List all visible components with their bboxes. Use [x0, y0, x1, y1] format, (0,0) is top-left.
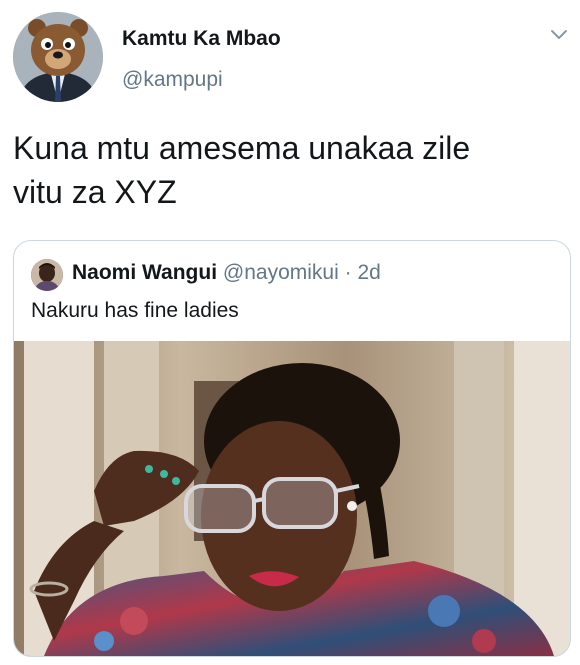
quoted-author-avatar	[31, 259, 63, 291]
quoted-timestamp: 2d	[357, 261, 381, 284]
quoted-header: Naomi Wangui @nayomikui · 2d	[72, 261, 381, 285]
separator-dot: ·	[344, 261, 352, 284]
chevron-down-icon[interactable]	[550, 28, 568, 42]
quoted-text: Nakuru has fine ladies	[31, 299, 239, 322]
author-name[interactable]: Kamtu Ka Mbao	[122, 27, 281, 51]
quoted-photo[interactable]	[14, 341, 570, 656]
quoted-author-name: Naomi Wangui	[72, 261, 218, 284]
author-avatar[interactable]	[13, 12, 103, 102]
tweet-text-line: vitu za XYZ	[13, 174, 177, 210]
tweet-text-line: Kuna mtu amesema unakaa zile	[13, 130, 471, 166]
quoted-tweet-card[interactable]: Naomi Wangui @nayomikui · 2d Nakuru has …	[13, 240, 571, 657]
quoted-author-handle: @nayomikui	[222, 261, 339, 284]
tweet-text: Kuna mtu amesema unakaa zile vitu za XYZ	[13, 126, 563, 214]
author-handle[interactable]: @kampupi	[122, 68, 223, 92]
